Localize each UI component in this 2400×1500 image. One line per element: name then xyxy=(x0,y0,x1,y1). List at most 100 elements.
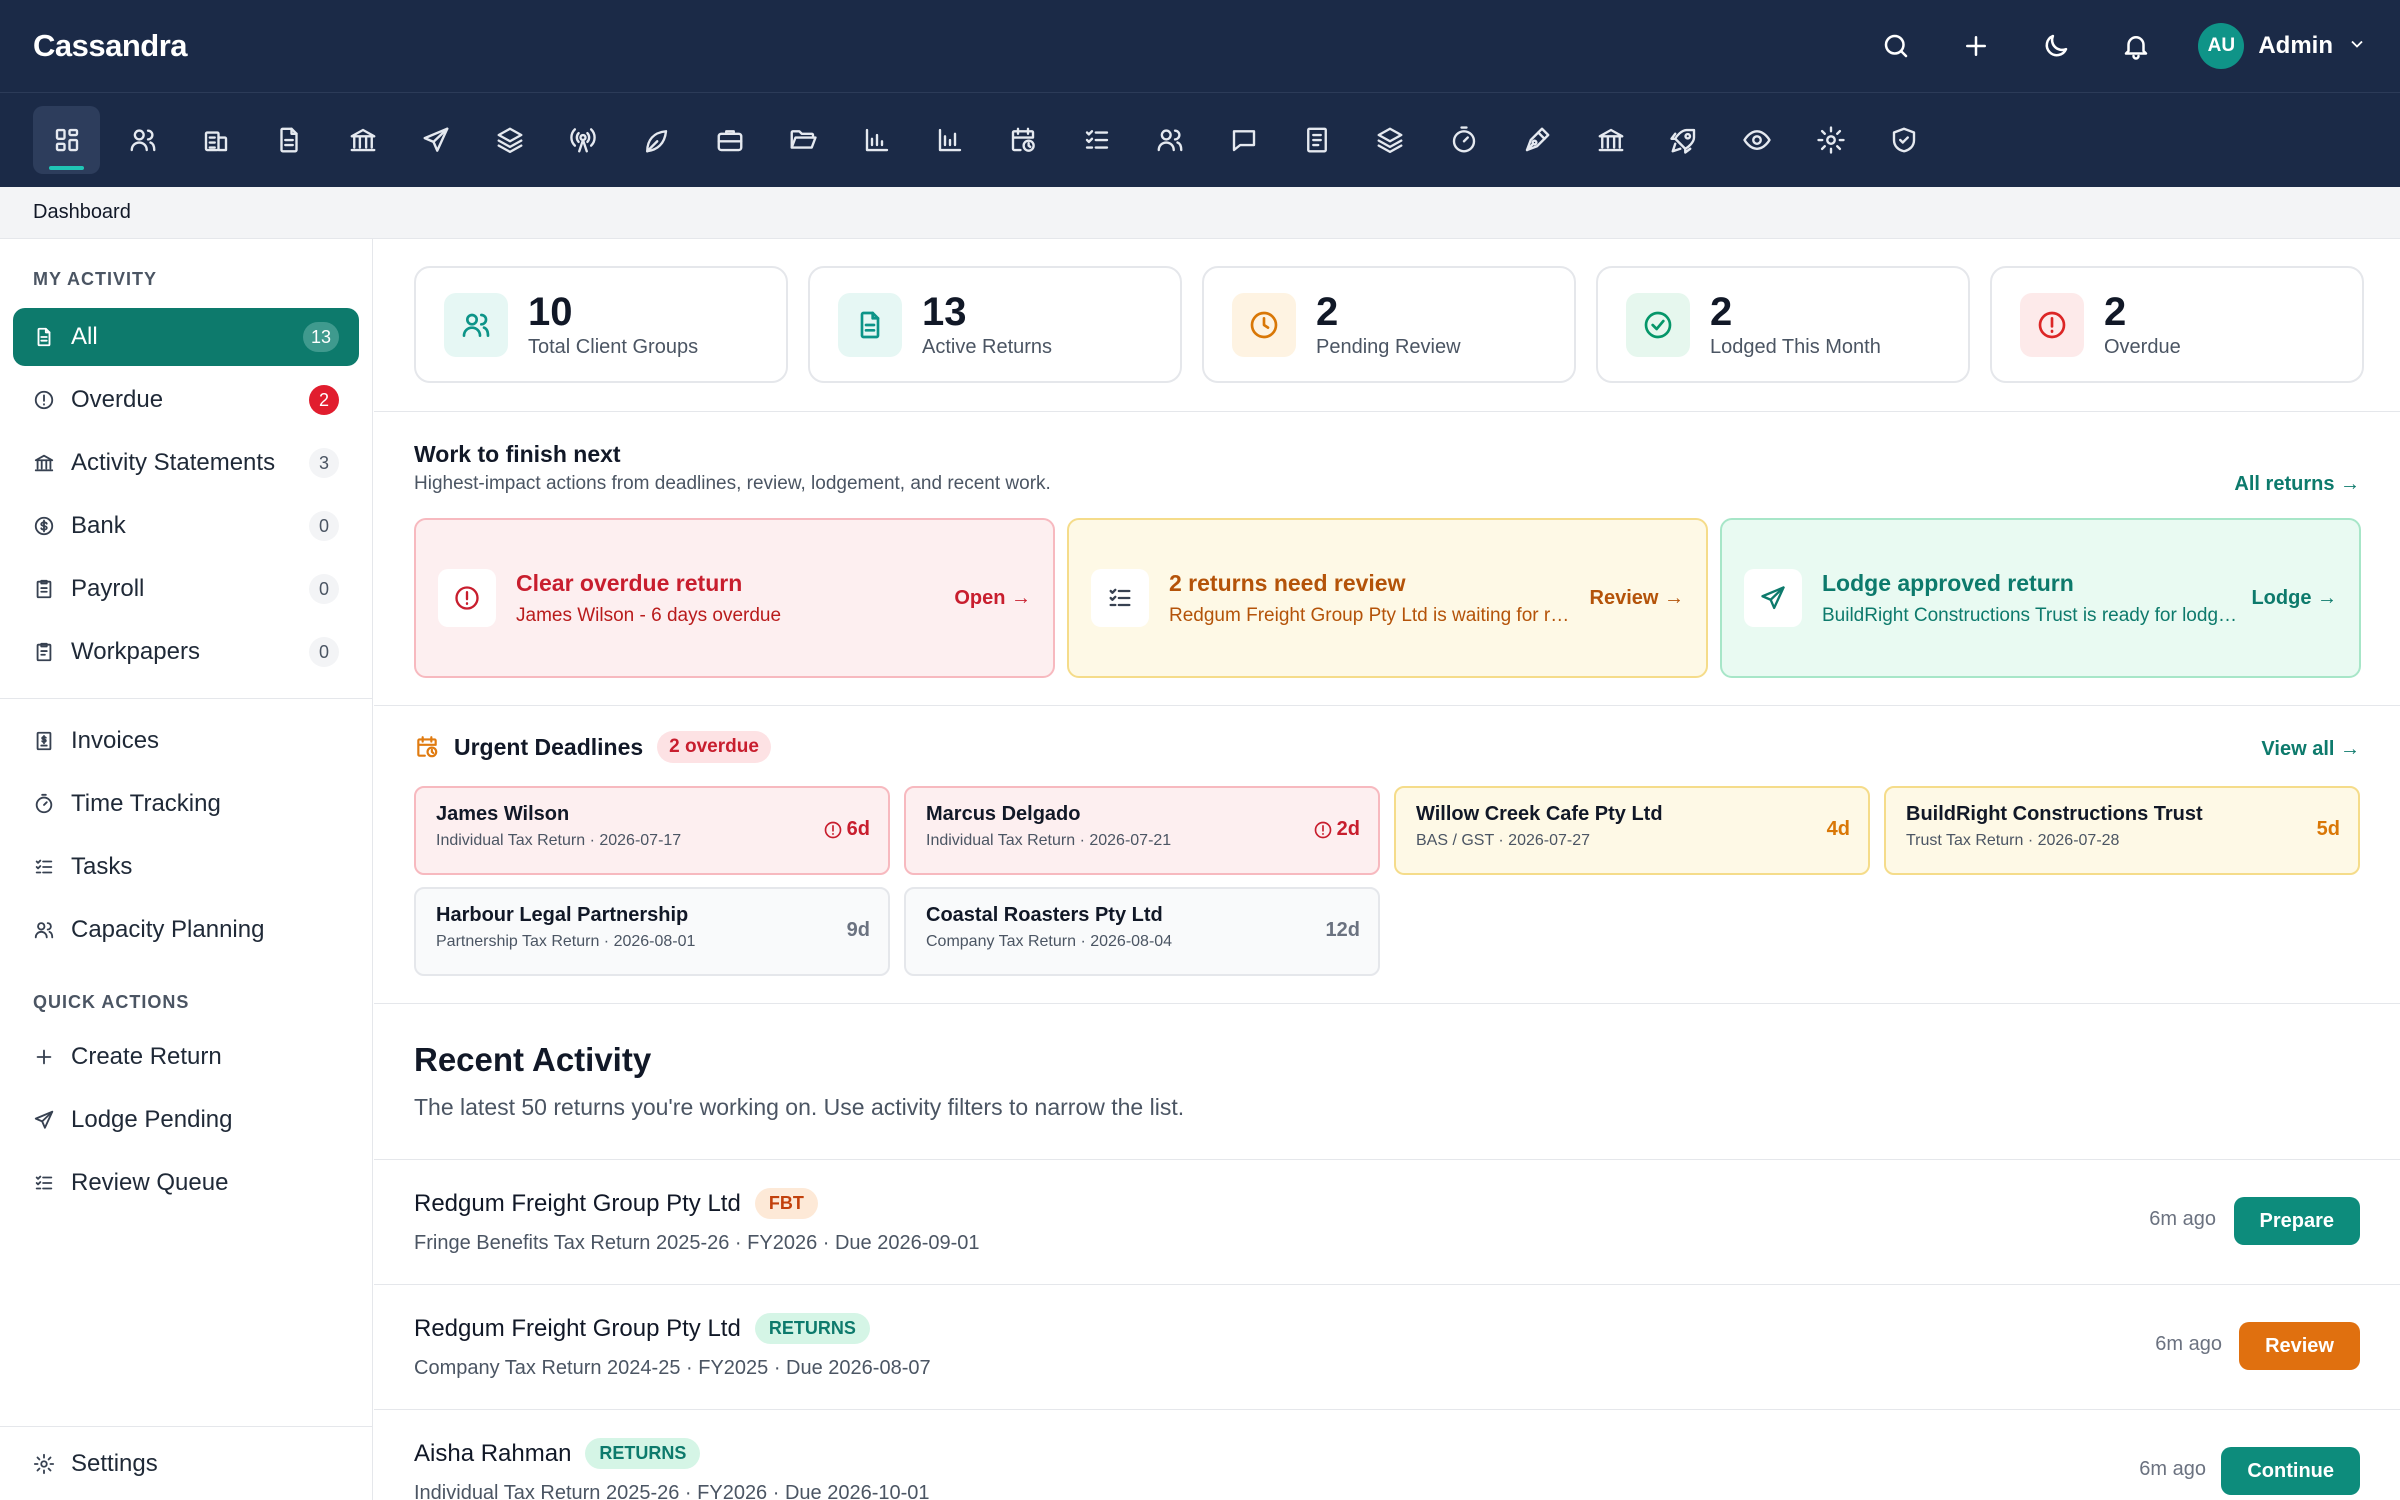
row-client[interactable]: Aisha Rahman xyxy=(414,1440,571,1468)
lodge-link[interactable]: Lodge → xyxy=(2251,587,2337,610)
row-meta: Individual Tax Return 2025-26 · FY2026 ·… xyxy=(414,1482,930,1500)
module-team-icon[interactable] xyxy=(1133,106,1206,174)
user-menu[interactable]: AU Admin xyxy=(2198,23,2367,69)
sidebar-item-workpapers[interactable]: Workpapers 0 xyxy=(13,623,359,681)
stat-label: Pending Review xyxy=(1316,336,1461,358)
row-tag: RETURNS xyxy=(585,1438,701,1469)
overdue-badge: 2 overdue xyxy=(657,731,771,763)
module-folder-icon[interactable] xyxy=(767,106,840,174)
module-checklist-icon[interactable] xyxy=(1060,106,1133,174)
sidebar-item-tasks[interactable]: Tasks xyxy=(13,838,359,896)
quick-action-lodge-pending[interactable]: Lodge Pending xyxy=(13,1091,359,1149)
search-icon[interactable] xyxy=(1856,16,1936,76)
stat-card-pending-review[interactable]: 2 Pending Review xyxy=(1202,266,1576,383)
bank-icon xyxy=(34,454,54,472)
sidebar-item-bank[interactable]: Bank 0 xyxy=(13,497,359,555)
review-link[interactable]: Review → xyxy=(1590,587,1684,610)
deadline-client: Harbour Legal Partnership xyxy=(436,904,689,926)
count-badge: 3 xyxy=(309,448,339,478)
deadline-card[interactable]: Marcus Delgado Individual Tax Return · 2… xyxy=(904,786,1380,875)
review-button[interactable]: Review xyxy=(2239,1322,2360,1370)
deadline-days: 4d xyxy=(1826,818,1850,840)
module-gear-icon[interactable] xyxy=(1794,106,1867,174)
next-card-overdue[interactable]: Clear overdue return James Wilson - 6 da… xyxy=(414,518,1055,678)
module-stack-icon[interactable] xyxy=(1354,106,1427,174)
module-dashboard-icon[interactable] xyxy=(33,106,100,174)
module-rocket-icon[interactable] xyxy=(1647,106,1720,174)
stat-card-overdue[interactable]: 2 Overdue xyxy=(1990,266,2364,383)
sidebar-item-invoices[interactable]: Invoices xyxy=(13,712,359,770)
module-chat-icon[interactable] xyxy=(1207,106,1280,174)
bell-icon[interactable] xyxy=(2096,16,2176,76)
moon-icon[interactable] xyxy=(2016,16,2096,76)
row-tag: FBT xyxy=(754,1188,818,1219)
stat-value: 10 xyxy=(528,290,573,334)
module-users-icon[interactable] xyxy=(106,106,179,174)
module-leaf-icon[interactable] xyxy=(620,106,693,174)
all-returns-link[interactable]: All returns → xyxy=(2234,473,2360,496)
continue-button[interactable]: Continue xyxy=(2221,1447,2360,1495)
sidebar-item-overdue[interactable]: Overdue 2 xyxy=(13,371,359,429)
module-bank-icon[interactable] xyxy=(326,106,399,174)
count-badge: 0 xyxy=(309,511,339,541)
row-client[interactable]: Redgum Freight Group Pty Ltd xyxy=(414,1190,741,1218)
sidebar-item-label: Tasks xyxy=(71,853,133,880)
checklist-icon xyxy=(1091,569,1149,627)
deadlines-title: Urgent Deadlines xyxy=(454,733,644,760)
quick-action-review-queue[interactable]: Review Queue xyxy=(13,1154,359,1212)
deadline-meta: Individual Tax Return · 2026-07-21 xyxy=(926,832,1172,849)
module-document-icon[interactable] xyxy=(253,106,326,174)
row-time: 6m ago xyxy=(2149,1208,2216,1230)
deadline-card[interactable]: Willow Creek Cafe Pty Ltd BAS / GST · 20… xyxy=(1394,786,1870,875)
stat-card-lodged-month[interactable]: 2 Lodged This Month xyxy=(1596,266,1970,383)
count-badge: 13 xyxy=(302,322,339,352)
module-calendar-clock-icon[interactable] xyxy=(987,106,1060,174)
sidebar-item-activity-statements[interactable]: Activity Statements 3 xyxy=(13,434,359,492)
sidebar-item-label: Workpapers xyxy=(71,638,200,665)
row-time: 6m ago xyxy=(2139,1458,2206,1480)
plus-icon[interactable] xyxy=(1936,16,2016,76)
module-layers-icon[interactable] xyxy=(473,106,546,174)
module-shield-check-icon[interactable] xyxy=(1867,106,1940,174)
module-briefcase-icon[interactable] xyxy=(693,106,766,174)
table-row[interactable]: Aisha Rahman RETURNS Individual Tax Retu… xyxy=(374,1409,2400,1500)
module-timer-icon[interactable] xyxy=(1427,106,1500,174)
row-client[interactable]: Redgum Freight Group Pty Ltd xyxy=(414,1315,741,1343)
stat-card-active-returns[interactable]: 13 Active Returns xyxy=(808,266,1182,383)
deadline-client: BuildRight Constructions Trust xyxy=(1906,803,2203,825)
next-card-subtitle: Redgum Freight Group Pty Ltd is waiting … xyxy=(1169,604,1576,626)
module-pen-icon[interactable] xyxy=(1500,106,1573,174)
next-card-review[interactable]: 2 returns need review Redgum Freight Gro… xyxy=(1067,518,1708,678)
deadline-card[interactable]: Coastal Roasters Pty Ltd Company Tax Ret… xyxy=(904,887,1380,976)
module-bar-chart-icon[interactable] xyxy=(840,106,913,174)
module-broadcast-icon[interactable] xyxy=(546,106,619,174)
app-brand[interactable]: Cassandra xyxy=(33,28,188,64)
module-receipt-icon[interactable] xyxy=(1280,106,1353,174)
module-send-icon[interactable] xyxy=(400,106,473,174)
stat-card-client-groups[interactable]: 10 Total Client Groups xyxy=(414,266,788,383)
sidebar-item-capacity-planning[interactable]: Capacity Planning xyxy=(13,901,359,959)
deadline-card[interactable]: BuildRight Constructions Trust Trust Tax… xyxy=(1884,786,2360,875)
table-row[interactable]: Redgum Freight Group Pty Ltd FBT Fringe … xyxy=(374,1159,2400,1283)
next-card-lodge[interactable]: Lodge approved return BuildRight Constru… xyxy=(1720,518,2361,678)
module-reports-icon[interactable] xyxy=(913,106,986,174)
clock-icon xyxy=(1232,292,1296,357)
stat-value: 13 xyxy=(922,290,967,334)
module-building-icon[interactable] xyxy=(179,106,252,174)
module-institution-icon[interactable] xyxy=(1574,106,1647,174)
sidebar-item-payroll[interactable]: Payroll 0 xyxy=(13,560,359,618)
prepare-button[interactable]: Prepare xyxy=(2233,1197,2360,1245)
deadline-card[interactable]: Harbour Legal Partnership Partnership Ta… xyxy=(414,887,890,976)
module-eye-icon[interactable] xyxy=(1721,106,1794,174)
sidebar-item-all[interactable]: All 13 xyxy=(13,308,359,366)
sidebar-item-label: Time Tracking xyxy=(71,790,221,817)
stat-value: 2 xyxy=(2104,290,2127,334)
deadline-client: Marcus Delgado xyxy=(926,803,1081,825)
open-button[interactable]: Open → xyxy=(954,587,1031,610)
table-row[interactable]: Redgum Freight Group Pty Ltd RETURNS Com… xyxy=(374,1284,2400,1408)
deadline-card[interactable]: James Wilson Individual Tax Return · 202… xyxy=(414,786,890,875)
sidebar-item-time-tracking[interactable]: Time Tracking xyxy=(13,775,359,833)
view-all-link[interactable]: View all → xyxy=(2261,738,2360,761)
quick-action-create-return[interactable]: Create Return xyxy=(13,1028,359,1086)
sidebar-item-settings[interactable]: Settings xyxy=(13,1435,359,1493)
